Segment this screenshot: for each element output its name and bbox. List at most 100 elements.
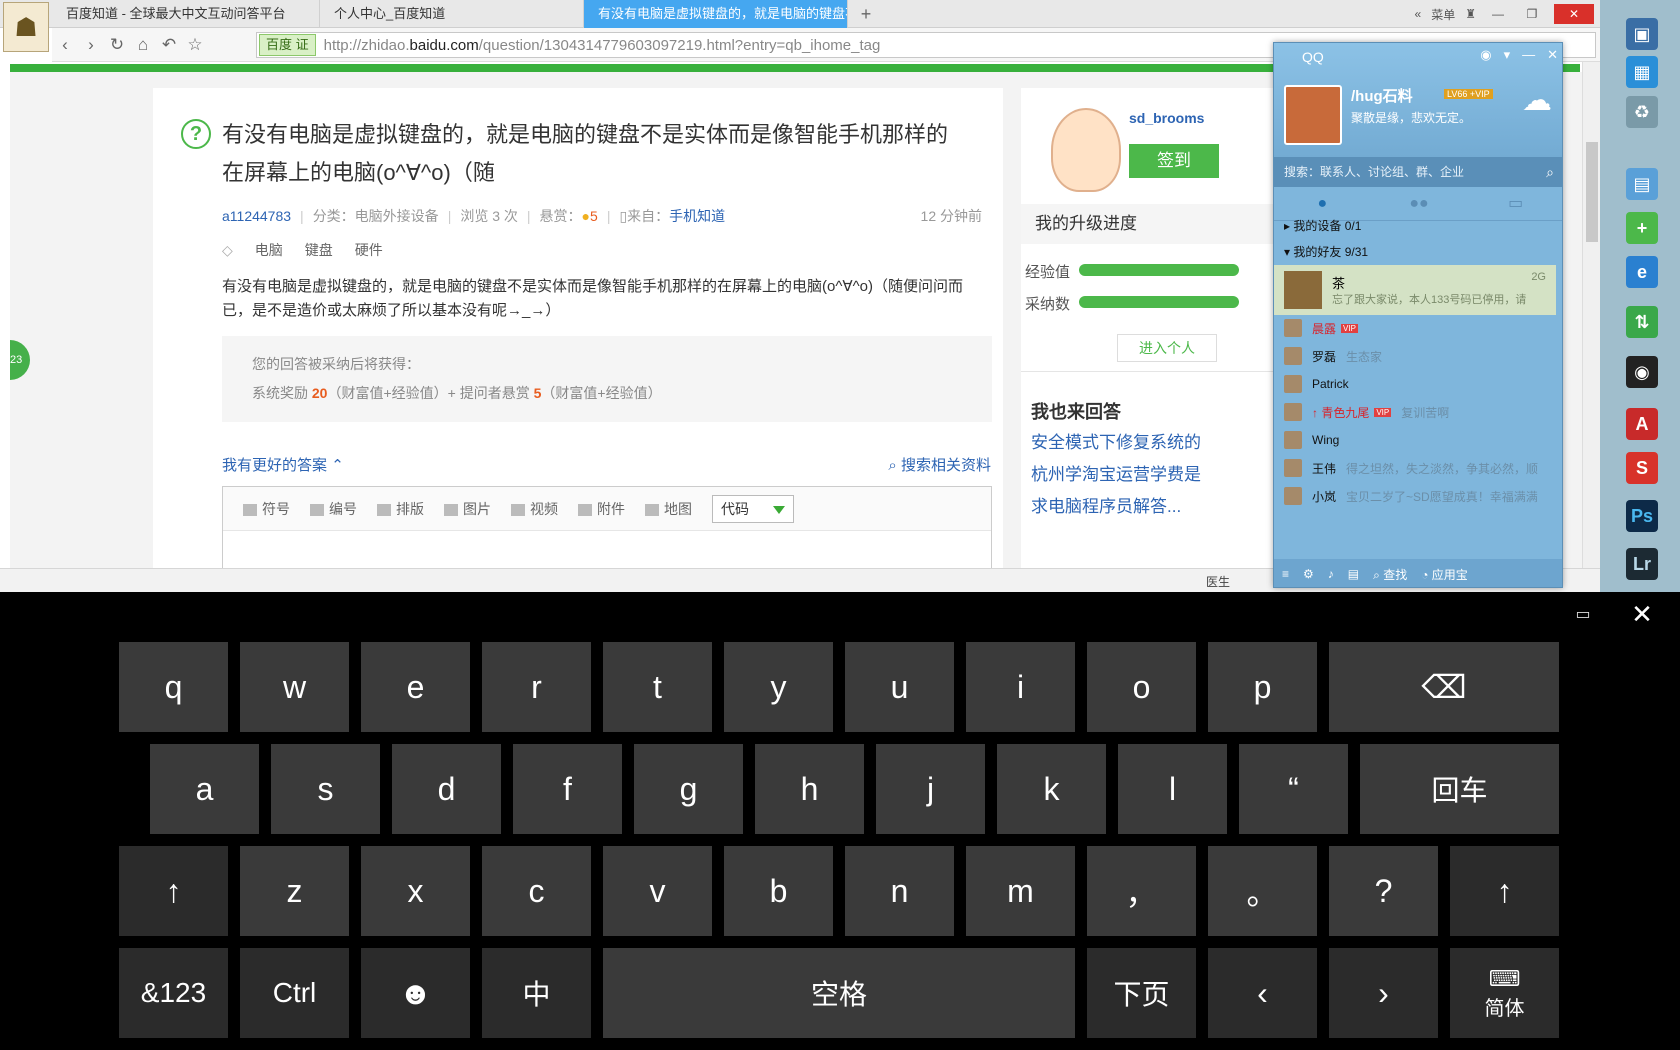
layout-key[interactable]: ⌨ 简体 <box>1450 948 1559 1038</box>
folder-icon[interactable]: ▤ <box>1348 567 1359 581</box>
qq-search-input[interactable]: 搜索：联系人、讨论组、群、企业 ⌕ <box>1274 157 1562 187</box>
answer-link[interactable]: 杭州学淘宝运营学费是 <box>1031 460 1201 485</box>
layout-tool[interactable]: 排版 <box>377 499 424 519</box>
qq-signature[interactable]: 聚散是缘，悲欢无定。 <box>1351 109 1471 126</box>
friend-row[interactable]: Wing <box>1274 427 1556 453</box>
right-arrow-key[interactable]: › <box>1329 948 1438 1038</box>
shift-key-left[interactable]: ↑ <box>119 846 228 936</box>
key-t[interactable]: t <box>603 642 712 732</box>
key-m[interactable]: m <box>966 846 1075 936</box>
tag-item[interactable]: 硬件 <box>355 240 383 260</box>
video-tool[interactable]: 视频 <box>511 499 558 519</box>
pdf-icon[interactable]: A <box>1626 408 1658 440</box>
enter-profile-button[interactable]: 进入个人 <box>1117 334 1217 362</box>
key-c[interactable]: c <box>482 846 591 936</box>
tab-baidu-zhidao[interactable]: 百度知道 - 全球最大中文互动问答平台 <box>52 0 320 28</box>
apps-icon[interactable]: ▦ <box>1626 56 1658 88</box>
sketchup-icon[interactable]: S <box>1626 452 1658 484</box>
image-tool[interactable]: 图片 <box>444 499 491 519</box>
settings-icon[interactable]: ⚙ <box>1303 567 1314 581</box>
answer-link[interactable]: 求电脑程序员解答... <box>1031 492 1181 517</box>
minimize-button[interactable]: — <box>1486 4 1510 24</box>
key-i[interactable]: i <box>966 642 1075 732</box>
key-b[interactable]: b <box>724 846 833 936</box>
calculator-icon[interactable]: ▤ <box>1626 168 1658 200</box>
highlighted-friend[interactable]: 茶 忘了跟大家说，本人133号码已停用，请 2G <box>1274 265 1556 315</box>
answer-link[interactable]: 安全模式下修复系统的 <box>1031 428 1201 453</box>
qq-icon[interactable]: ◉ <box>1626 356 1658 388</box>
attachment-tool[interactable]: 附件 <box>578 499 625 519</box>
better-answer-link[interactable]: 我有更好的答案 ⌃ <box>222 454 344 475</box>
qq-pin-icon[interactable]: ▾ <box>1504 47 1511 63</box>
emoji-key[interactable]: ☻ <box>361 948 470 1038</box>
numbering-tool[interactable]: 编号 <box>310 499 357 519</box>
tab-messages-icon[interactable]: ▭ <box>1467 187 1562 220</box>
category-label[interactable]: 分类：电脑外接设备 <box>313 206 439 226</box>
friend-row[interactable]: Patrick <box>1274 371 1556 397</box>
back-icon[interactable]: ‹ <box>52 32 78 58</box>
home-icon[interactable]: ⌂ <box>130 32 156 58</box>
ie-icon[interactable]: e <box>1626 256 1658 288</box>
key-l[interactable]: l <box>1118 744 1227 834</box>
keyboard-minimize-icon[interactable]: ▭ <box>1572 604 1594 626</box>
qq-avatar[interactable] <box>1284 85 1342 145</box>
menu-button[interactable]: 菜单 <box>1431 6 1455 23</box>
search-icon[interactable]: ⌕ <box>1546 157 1554 187</box>
author-link[interactable]: a11244783 <box>222 208 291 224</box>
next-page-key[interactable]: 下页 <box>1087 948 1196 1038</box>
qq-close-button[interactable]: ✕ <box>1547 47 1558 63</box>
key-o[interactable]: o <box>1087 642 1196 732</box>
key-y[interactable]: y <box>724 642 833 732</box>
key-r[interactable]: r <box>482 642 591 732</box>
main-menu-icon[interactable]: ≡ <box>1282 567 1289 581</box>
signin-button[interactable]: 签到 <box>1129 144 1219 178</box>
key-h[interactable]: h <box>755 744 864 834</box>
restore-button[interactable]: ❐ <box>1520 4 1544 24</box>
tag-item[interactable]: 电脑 <box>255 240 283 260</box>
search-related-link[interactable]: ⌕ 搜索相关资料 <box>888 454 991 475</box>
new-tab-button[interactable]: + <box>856 4 876 24</box>
group-devices[interactable]: ▸ 我的设备 0/1 <box>1284 217 1361 234</box>
left-arrow-key[interactable]: ‹ <box>1208 948 1317 1038</box>
symbols-key[interactable]: &123 <box>119 948 228 1038</box>
floating-badge[interactable]: 23 <box>10 340 30 380</box>
key-x[interactable]: x <box>361 846 470 936</box>
ctrl-key[interactable]: Ctrl <box>240 948 349 1038</box>
tab-question[interactable]: 有没有电脑是虚拟键盘的，就是电脑的键盘不 <box>584 0 848 28</box>
browser-logo[interactable]: ☗ <box>3 2 49 52</box>
key-quote[interactable]: “ <box>1239 744 1348 834</box>
sidebar-username[interactable]: sd_brooms <box>1129 110 1204 126</box>
add-icon[interactable]: + <box>1626 212 1658 244</box>
friend-row[interactable]: 罗磊 生态家 <box>1274 343 1556 369</box>
url-text[interactable]: http://zhidao.baidu.com/question/1304314… <box>324 37 881 54</box>
scroll-thumb[interactable] <box>1586 142 1598 242</box>
tab-groups-icon[interactable]: ●● <box>1371 187 1468 220</box>
enter-key[interactable]: 回车 <box>1360 744 1559 834</box>
qq-skin-icon[interactable]: ◉ <box>1480 47 1491 63</box>
key-w[interactable]: w <box>240 642 349 732</box>
ime-toggle-key[interactable]: 中 <box>482 948 591 1038</box>
doctor-button[interactable]: 医生 <box>1206 573 1230 590</box>
refresh-icon[interactable]: ↻ <box>104 32 130 58</box>
lightroom-icon[interactable]: Lr <box>1626 548 1658 580</box>
key-a[interactable]: a <box>150 744 259 834</box>
group-friends[interactable]: ▾ 我的好友 9/31 <box>1284 243 1368 260</box>
computer-icon[interactable]: ▣ <box>1626 18 1658 50</box>
site-certificate-badge[interactable]: 百度 证 <box>259 34 316 56</box>
shift-key-right[interactable]: ↑ <box>1450 846 1559 936</box>
sound-icon[interactable]: ♪ <box>1328 567 1334 581</box>
answer-editor[interactable]: 符号 编号 排版 图片 视频 附件 地图 代码 <box>222 486 992 568</box>
qq-minimize-button[interactable]: — <box>1522 47 1535 63</box>
close-button[interactable]: ✕ <box>1554 4 1594 24</box>
symbol-tool[interactable]: 符号 <box>243 499 290 519</box>
key-period[interactable]: 。 <box>1208 846 1317 936</box>
recycle-bin-icon[interactable]: ♻ <box>1626 96 1658 128</box>
friend-row[interactable]: 晨露 VIP <box>1274 315 1556 341</box>
weather-icon[interactable]: ☁ <box>1522 83 1552 118</box>
photoshop-icon[interactable]: Ps <box>1626 500 1658 532</box>
key-d[interactable]: d <box>392 744 501 834</box>
key-z[interactable]: z <box>240 846 349 936</box>
key-j[interactable]: j <box>876 744 985 834</box>
key-u[interactable]: u <box>845 642 954 732</box>
key-s[interactable]: s <box>271 744 380 834</box>
